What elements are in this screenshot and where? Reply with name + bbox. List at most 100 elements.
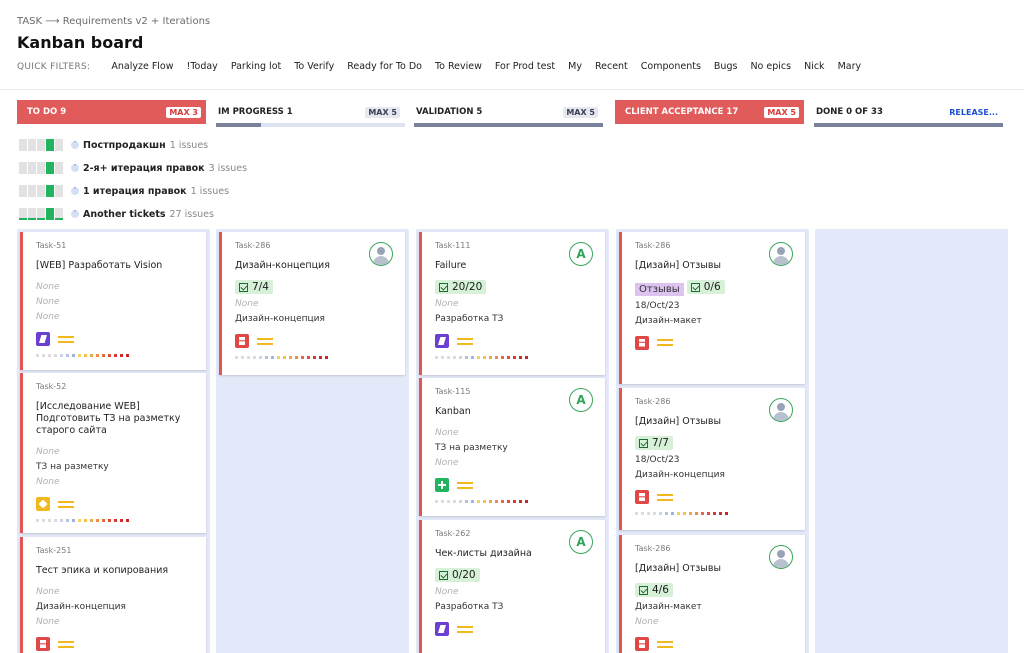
issue-component: Дизайн-макет <box>635 315 702 326</box>
age-dot <box>120 354 123 357</box>
age-dot <box>471 356 474 359</box>
priority-medium-icon <box>657 640 673 648</box>
field-empty: None <box>36 312 60 322</box>
avatar-icon[interactable]: A <box>569 388 593 412</box>
filter-today[interactable]: !Today <box>187 61 218 72</box>
issue-card[interactable]: Task-52 [Исследование WEB] Подготовить Т… <box>20 373 206 533</box>
column-header-done[interactable]: DONE 0 OF 33 RELEASE... <box>814 100 1003 124</box>
age-dot <box>635 512 638 515</box>
swimlane-iteration-1[interactable]: ˅ 1 итерация правок 1 issues <box>19 184 229 198</box>
chevron-down-icon[interactable]: ˅ <box>71 141 79 149</box>
age-dot <box>489 500 492 503</box>
column-header-client-acceptance[interactable]: CLIENT ACCEPTANCE 17 MAX 5 <box>615 100 804 124</box>
column-progress-bar <box>814 123 1003 127</box>
days-in-column-dots <box>635 512 794 515</box>
age-dot <box>507 356 510 359</box>
age-dot <box>42 519 45 522</box>
filter-recent[interactable]: Recent <box>595 61 628 72</box>
column-max-badge: MAX 3 <box>166 106 201 118</box>
column-header-in-progress[interactable]: IM PROGRESS 1 MAX 5 <box>216 100 405 124</box>
avatar-icon[interactable] <box>769 398 793 422</box>
issue-card[interactable]: Task-262 A Чек-листы дизайна 0/20 None Р… <box>419 520 605 653</box>
age-dot <box>84 519 87 522</box>
filter-parking-lot[interactable]: Parking lot <box>231 61 281 72</box>
age-dot <box>447 500 450 503</box>
checklist-count: 4/6 <box>652 584 669 596</box>
swimlane-another-tickets[interactable]: ˄ Another tickets 27 issues <box>19 207 214 221</box>
issue-summary: Дизайн-концепция <box>235 260 330 271</box>
filter-components[interactable]: Components <box>641 61 701 72</box>
issue-key[interactable]: Task-51 <box>36 241 195 250</box>
avatar-icon[interactable] <box>769 242 793 266</box>
column-header-validation[interactable]: VALIDATION 5 MAX 5 <box>414 100 603 124</box>
age-dot <box>525 500 528 503</box>
age-dot <box>325 356 328 359</box>
chevron-down-icon[interactable]: ˅ <box>71 187 79 195</box>
issue-card[interactable]: Task-111 A Failure 20/20 None Разработка… <box>419 232 605 375</box>
filter-my[interactable]: My <box>568 61 582 72</box>
avatar-icon[interactable] <box>369 242 393 266</box>
age-dot <box>313 356 316 359</box>
checklist-progress: 0/6 <box>686 280 725 294</box>
label-tag[interactable]: Отзывы <box>635 282 684 296</box>
issue-component: Дизайн-концепция <box>235 314 325 324</box>
chevron-down-icon[interactable]: ˅ <box>71 164 79 172</box>
issue-card[interactable]: Task-115 A Kanban None ТЗ на разметку No… <box>419 378 605 516</box>
issue-card[interactable]: Task-251 Тест эпика и копирования None Д… <box>20 537 206 653</box>
age-dot <box>60 519 63 522</box>
age-dot <box>477 356 480 359</box>
filter-mary[interactable]: Mary <box>838 61 862 72</box>
column-header-todo[interactable]: TO DO 9 MAX 3 <box>17 100 206 124</box>
age-dot <box>66 519 69 522</box>
avatar-initial: A <box>576 535 586 549</box>
checklist-count: 20/20 <box>452 281 483 293</box>
issue-key[interactable]: Task-52 <box>36 382 195 391</box>
priority-medium-icon <box>58 335 74 343</box>
issue-card[interactable]: Task-286 [Дизайн] Отзывы Отзывы 0/6 18/O… <box>619 232 805 384</box>
priority-medium-icon <box>257 337 273 345</box>
issue-card[interactable]: Task-286 Дизайн-концепция 7/4 None Дизай… <box>219 232 405 375</box>
avatar-icon[interactable]: A <box>569 530 593 554</box>
age-dot <box>441 500 444 503</box>
swimlane-iteration-2plus[interactable]: ˅ 2-я+ итерация правок 3 issues <box>19 161 247 175</box>
age-dot <box>72 354 75 357</box>
swimlane-status-indicator <box>19 208 63 220</box>
age-dot <box>271 356 274 359</box>
filter-to-verify[interactable]: To Verify <box>294 61 334 72</box>
column-title: VALIDATION 5 <box>416 107 483 117</box>
checkbox-icon <box>690 282 700 292</box>
filter-ready-for-todo[interactable]: Ready for To Do <box>347 61 422 72</box>
filter-analyze-flow[interactable]: Analyze Flow <box>111 61 173 72</box>
age-dot <box>78 354 81 357</box>
task-type-icon <box>36 497 50 511</box>
age-dot <box>277 356 280 359</box>
issue-card[interactable]: Task-51 [WEB] Разработать Vision None No… <box>20 232 206 370</box>
release-link[interactable]: RELEASE... <box>949 108 998 117</box>
age-dot <box>713 512 716 515</box>
issue-card[interactable]: Task-286 [Дизайн] Отзывы 4/6 Дизайн-маке… <box>619 535 805 653</box>
breadcrumb[interactable]: TASK ⟶ Requirements v2 + Iterations <box>17 16 210 27</box>
filter-bugs[interactable]: Bugs <box>714 61 738 72</box>
issue-card[interactable]: Task-286 [Дизайн] Отзывы 7/7 18/Oct/23 Д… <box>619 388 805 530</box>
age-dot <box>72 519 75 522</box>
age-dot <box>483 356 486 359</box>
checklist-count: 0/6 <box>703 281 721 293</box>
age-dot <box>453 356 456 359</box>
priority-medium-icon <box>657 339 673 346</box>
avatar-icon[interactable]: A <box>569 242 593 266</box>
age-dot <box>289 356 292 359</box>
filter-no-epics[interactable]: No epics <box>750 61 791 72</box>
age-dot <box>295 356 298 359</box>
issue-key[interactable]: Task-251 <box>36 546 195 555</box>
chevron-up-icon[interactable]: ˄ <box>71 210 79 218</box>
issue-component: ТЗ на разметку <box>36 462 109 472</box>
swimlane-postproduction[interactable]: ˅ Постпродакшн 1 issues <box>19 138 208 152</box>
avatar-initial: A <box>576 247 586 261</box>
age-dot <box>96 519 99 522</box>
checklist-progress: 20/20 <box>435 280 487 294</box>
filter-to-review[interactable]: To Review <box>435 61 482 72</box>
checkbox-icon <box>639 585 648 595</box>
filter-for-prod-test[interactable]: For Prod test <box>495 61 555 72</box>
avatar-icon[interactable] <box>769 545 793 569</box>
filter-nick[interactable]: Nick <box>804 61 824 72</box>
